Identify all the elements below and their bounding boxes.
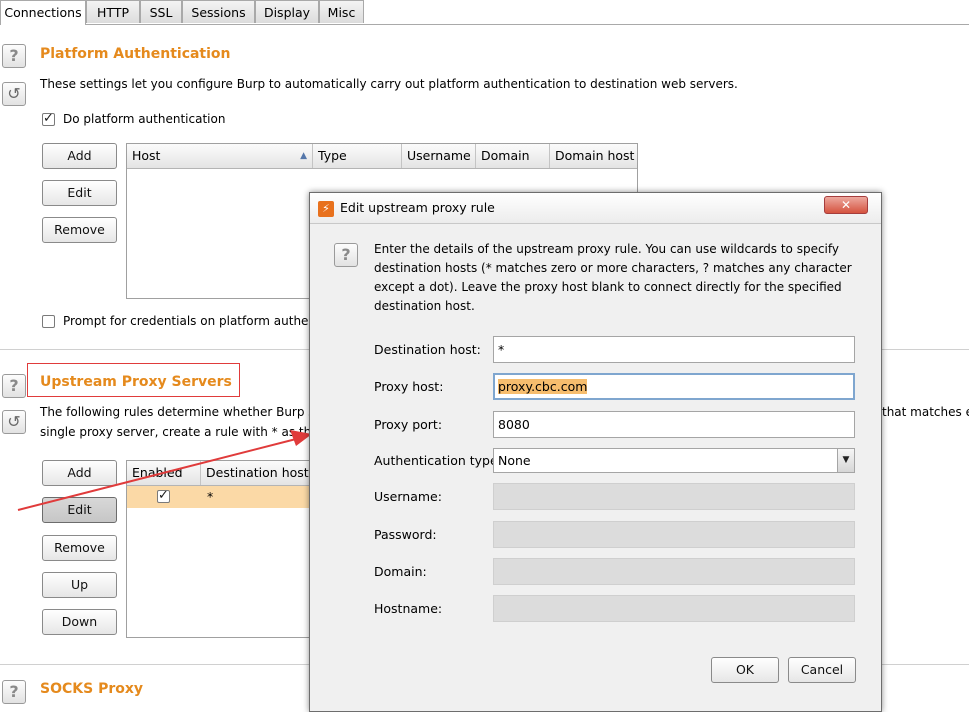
- tab-ssl[interactable]: SSL: [140, 0, 182, 23]
- do-platform-auth-label: Do platform authentication: [63, 112, 226, 126]
- dialog-title-bar[interactable]: ⚡ Edit upstream proxy rule ✕: [310, 193, 881, 224]
- proxy-host-input[interactable]: proxy.cbc.com: [493, 373, 855, 400]
- ok-button[interactable]: OK: [711, 657, 779, 683]
- upstream-down-button[interactable]: Down: [42, 609, 117, 635]
- check-icon: ✓: [43, 111, 54, 126]
- username-label: Username:: [374, 489, 442, 504]
- check-icon: ✓: [158, 488, 169, 503]
- annotation-highlight-box: [27, 363, 240, 397]
- hostname-label: Hostname:: [374, 601, 443, 616]
- row-enabled-checkbox[interactable]: ✓: [157, 488, 170, 503]
- upstream-description-line2: single proxy server, create a rule with …: [40, 425, 331, 439]
- help-icon[interactable]: ?: [2, 374, 26, 398]
- upstream-description-part1: The following rules determine whether Bu…: [40, 405, 322, 419]
- row-destination-host: *: [207, 489, 214, 504]
- help-icon[interactable]: ?: [2, 44, 26, 68]
- help-icon[interactable]: ?: [334, 243, 358, 267]
- tab-bar: Connections HTTP SSL Sessions Display Mi…: [0, 0, 969, 25]
- authentication-type-select[interactable]: None ▼: [493, 448, 855, 473]
- table-header: Enabled Destination host: [127, 461, 325, 486]
- column-username[interactable]: Username: [402, 144, 476, 168]
- authentication-type-value: None: [498, 453, 531, 468]
- destination-host-label: Destination host:: [374, 342, 481, 357]
- edit-upstream-proxy-rule-dialog: ⚡ Edit upstream proxy rule ✕ ? Enter the…: [309, 192, 882, 712]
- upstream-edit-button[interactable]: Edit: [42, 497, 117, 523]
- proxy-host-label: Proxy host:: [374, 379, 444, 394]
- chevron-down-icon: ▼: [837, 449, 854, 472]
- domain-input[interactable]: [493, 558, 855, 585]
- column-enabled[interactable]: Enabled: [127, 461, 201, 485]
- column-domain-host[interactable]: Domain host: [550, 144, 637, 168]
- burp-icon: ⚡: [318, 201, 334, 217]
- proxy-host-value: proxy.cbc.com: [498, 379, 588, 394]
- username-input[interactable]: [493, 483, 855, 510]
- upstream-up-button[interactable]: Up: [42, 572, 117, 598]
- help-icon[interactable]: ?: [2, 680, 26, 704]
- upstream-proxy-table[interactable]: Enabled Destination host ✓ *: [126, 460, 326, 638]
- prompt-credentials-label: Prompt for credentials on platform authe…: [63, 314, 321, 328]
- tab-http[interactable]: HTTP: [86, 0, 140, 23]
- sort-asc-icon: ▲: [300, 151, 307, 161]
- proxy-port-input[interactable]: 8080: [493, 411, 855, 438]
- hostname-input[interactable]: [493, 595, 855, 622]
- password-label: Password:: [374, 527, 437, 542]
- destination-host-input[interactable]: *: [493, 336, 855, 363]
- tab-connections[interactable]: Connections: [0, 0, 86, 25]
- proxy-port-label: Proxy port:: [374, 417, 443, 432]
- close-icon: ✕: [840, 198, 852, 212]
- domain-label: Domain:: [374, 564, 427, 579]
- platform-auth-title: Platform Authentication: [40, 46, 231, 62]
- dialog-description: Enter the details of the upstream proxy …: [374, 242, 852, 313]
- do-platform-auth-checkbox[interactable]: ✓: [42, 111, 55, 126]
- reset-icon[interactable]: ↺: [2, 410, 26, 434]
- platform-add-button[interactable]: Add: [42, 143, 117, 169]
- column-host[interactable]: Host ▲: [127, 144, 313, 168]
- column-type[interactable]: Type: [313, 144, 402, 168]
- tab-display[interactable]: Display: [255, 0, 319, 23]
- password-input[interactable]: [493, 521, 855, 548]
- socks-proxy-title: SOCKS Proxy: [40, 681, 144, 697]
- table-header: Host ▲ Type Username Domain Domain host: [127, 144, 637, 169]
- table-row[interactable]: ✓ *: [127, 486, 325, 508]
- column-domain[interactable]: Domain: [476, 144, 550, 168]
- tab-sessions[interactable]: Sessions: [182, 0, 255, 23]
- prompt-credentials-checkbox[interactable]: [42, 315, 55, 328]
- cancel-button[interactable]: Cancel: [788, 657, 856, 683]
- platform-remove-button[interactable]: Remove: [42, 217, 117, 243]
- column-destination-host[interactable]: Destination host: [201, 461, 325, 485]
- close-button[interactable]: ✕: [824, 196, 868, 214]
- reset-icon[interactable]: ↺: [2, 82, 26, 106]
- platform-edit-button[interactable]: Edit: [42, 180, 117, 206]
- dialog-title: Edit upstream proxy rule: [340, 200, 495, 215]
- upstream-remove-button[interactable]: Remove: [42, 535, 117, 561]
- authentication-type-label: Authentication type:: [374, 453, 502, 468]
- tab-misc[interactable]: Misc: [319, 0, 364, 23]
- upstream-description-part2: that matches e: [882, 405, 969, 419]
- upstream-add-button[interactable]: Add: [42, 460, 117, 486]
- platform-auth-description: These settings let you configure Burp to…: [40, 77, 738, 91]
